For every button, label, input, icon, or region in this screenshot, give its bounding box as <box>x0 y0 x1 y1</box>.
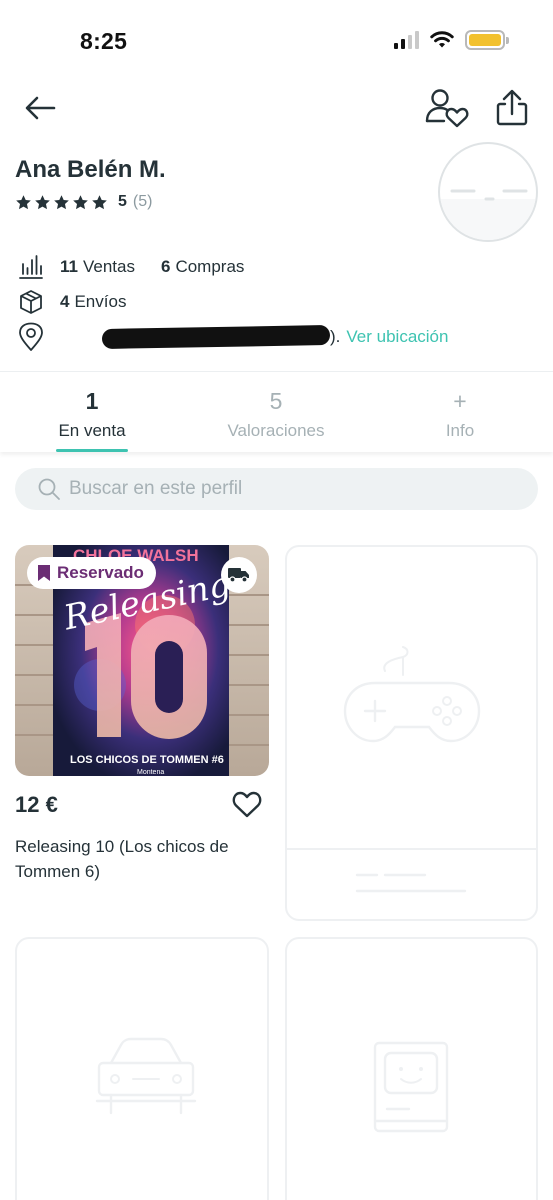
reserved-label: Reservado <box>57 563 144 582</box>
share-button[interactable] <box>494 88 530 128</box>
location-pin-icon <box>19 322 43 351</box>
shipments-count: 4 <box>60 292 70 311</box>
cover-publisher: Montena <box>137 769 164 776</box>
tab-label: Info <box>445 421 475 440</box>
view-location-link[interactable]: Ver ubicación <box>346 327 448 347</box>
shipping-badge <box>221 557 257 593</box>
back-button[interactable] <box>22 92 58 124</box>
tab-valoraciones[interactable]: 5 Valoraciones <box>184 372 368 452</box>
purchases-count: 6 <box>160 257 171 276</box>
sales-chart-icon <box>19 255 43 279</box>
location-suffix: ). <box>330 327 341 346</box>
shipments-label: Envíos <box>74 292 127 311</box>
stats-sales-row: 11 Ventas 6 Compras <box>18 254 244 280</box>
rating-stars <box>15 194 108 211</box>
heart-icon <box>232 791 262 818</box>
rating-value: 5 <box>118 193 127 210</box>
tab-count: 5 <box>269 388 283 414</box>
star-icon <box>54 194 69 209</box>
tab-label: Valoraciones <box>227 421 325 440</box>
default-avatar-face-icon <box>440 189 536 240</box>
star-icon <box>35 194 50 209</box>
avatar[interactable] <box>438 142 538 242</box>
share-icon <box>496 89 528 126</box>
follow-user-icon <box>425 89 469 128</box>
status-time: 8:25 <box>80 28 128 54</box>
tab-info[interactable]: + Info <box>368 372 552 452</box>
product-price: 12 € <box>15 792 58 817</box>
tab-count: 1 <box>85 388 99 414</box>
gamepad-icon <box>285 646 538 893</box>
sales-label: Ventas <box>82 257 135 276</box>
search-icon <box>38 478 60 500</box>
placeholder-card <box>15 937 269 1200</box>
cover-series: LOS CHICOS DE TOMMEN #6 <box>70 754 224 766</box>
profile-search-input[interactable]: Buscar en este perfil <box>15 468 538 510</box>
tab-label: En venta <box>58 421 126 440</box>
reserved-badge: Reservado <box>27 557 156 589</box>
car-icon <box>95 1037 197 1115</box>
rating-count: (5) <box>132 193 153 210</box>
tab-en-venta[interactable]: 1 En venta <box>0 372 184 452</box>
redacted-location <box>101 325 331 349</box>
profile-tabs: 1 En venta 5 Valoraciones + Info <box>0 372 553 452</box>
favorite-button[interactable] <box>232 790 262 818</box>
search-placeholder: Buscar en este perfil <box>69 478 243 499</box>
signal-icon <box>394 31 419 49</box>
back-arrow-icon <box>25 96 56 120</box>
star-icon <box>16 194 31 209</box>
sales-count: 11 <box>60 257 78 276</box>
truck-icon <box>228 568 249 583</box>
status-icons <box>394 30 509 50</box>
stats-location-row: ). Ver ubicación <box>18 322 448 352</box>
computer-icon <box>373 1041 449 1133</box>
profile-name: Ana Belén M. <box>15 156 166 183</box>
product-image[interactable]: CHLOE WALSH Releasing LOS CHICOS DE TOMM… <box>15 545 269 776</box>
placeholder-card <box>285 545 538 921</box>
active-tab-indicator <box>56 449 128 452</box>
wifi-icon <box>430 31 454 48</box>
rating: 5 (5) <box>15 193 152 211</box>
product-title[interactable]: Releasing 10 (Los chicos de Tommen 6) <box>15 834 265 884</box>
star-icon <box>73 194 88 209</box>
star-icon <box>92 194 107 209</box>
purchases-label: Compras <box>175 257 245 276</box>
bookmark-icon <box>38 565 50 581</box>
status-bar: 8:25 <box>0 0 553 80</box>
tab-count: + <box>453 388 467 414</box>
battery-icon <box>465 30 509 50</box>
follow-user-button[interactable] <box>424 88 470 128</box>
placeholder-card <box>285 937 538 1200</box>
stats-shipments-row: 4 Envíos <box>18 289 126 315</box>
package-icon <box>20 290 42 314</box>
